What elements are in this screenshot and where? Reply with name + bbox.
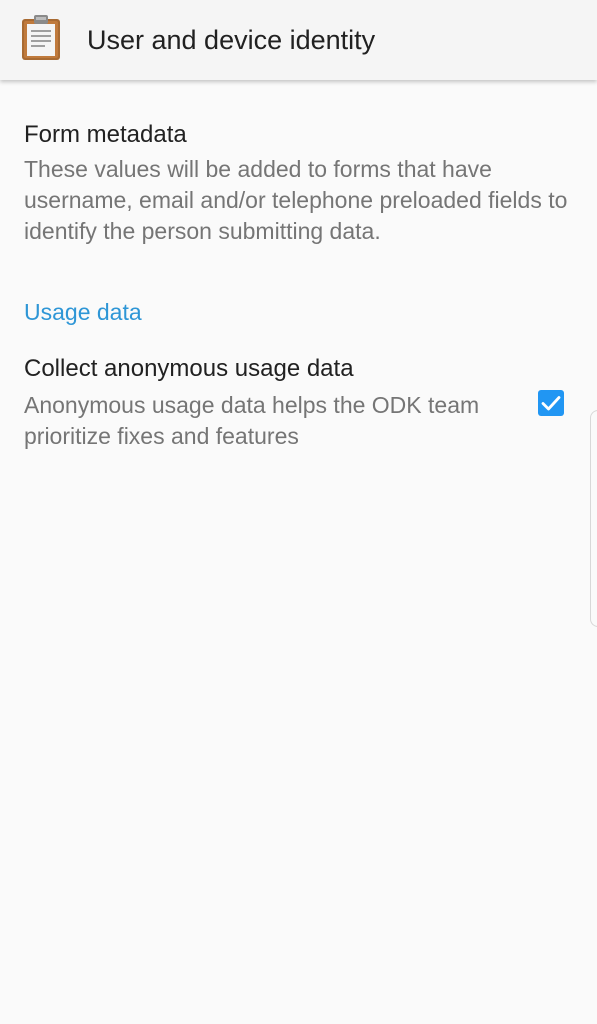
checkmark-icon xyxy=(541,396,561,411)
collect-usage-checkbox[interactable] xyxy=(538,390,564,416)
usage-data-category: Usage data xyxy=(24,299,142,325)
form-metadata-title: Form metadata xyxy=(24,121,187,148)
edge-panel-handle[interactable] xyxy=(590,410,597,627)
collect-usage-summary: Anonymous usage data helps the ODK team … xyxy=(24,392,480,449)
form-metadata-preference[interactable]: Form metadata These values will be added… xyxy=(0,100,597,270)
collect-usage-preference[interactable]: Collect anonymous usage data Anonymous u… xyxy=(0,340,597,470)
app-bar: User and device identity xyxy=(0,0,597,80)
preferences-list: Form metadata These values will be added… xyxy=(0,80,597,1024)
clipboard-icon xyxy=(21,15,61,61)
collect-usage-title: Collect anonymous usage data xyxy=(24,355,354,382)
page-title: User and device identity xyxy=(87,25,376,55)
form-metadata-summary: These values will be added to forms that… xyxy=(24,156,568,244)
